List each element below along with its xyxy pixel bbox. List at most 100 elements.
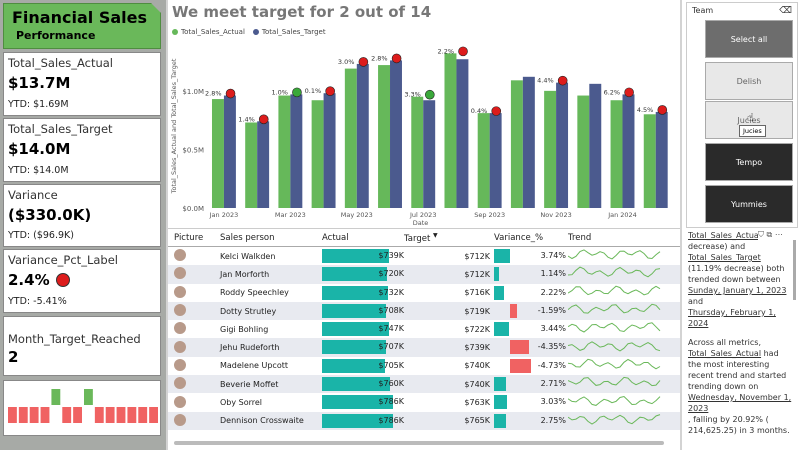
kpi-card-variance-pct[interactable]: Variance_Pct_Label 2.4% YTD: -5.41%	[3, 249, 161, 313]
variance-value: 2.71%	[540, 379, 566, 389]
kpi-label: Month_Target_Reached	[8, 332, 141, 346]
bar-target[interactable]	[356, 63, 369, 209]
chart-legend: Total_Sales_Actual Total_Sales_Target	[172, 28, 326, 36]
narr-text: , falling by 20.92% ( 214,625.25) in 3 m…	[688, 415, 790, 435]
narr-date-link[interactable]: Sunday, January 1, 2023	[688, 286, 786, 295]
horizontal-scrollbar[interactable]	[174, 441, 664, 445]
variance-value: 3.74%	[540, 251, 566, 260]
bar-actual[interactable]	[510, 80, 523, 208]
sales-person-name: Roddy Speechley	[220, 288, 289, 298]
sales-bar-chart[interactable]: Total_Sales_Actual and Total_Sales_Targe…	[168, 36, 680, 226]
bar-target[interactable]	[489, 113, 502, 208]
table-row[interactable]: Roddy Speechley $732K $716K 2.22%	[168, 284, 680, 302]
bar-actual[interactable]	[477, 113, 490, 208]
variance-value: 2.75%	[540, 415, 566, 425]
bar-actual[interactable]	[378, 65, 391, 208]
kpi-value: $14.0M	[8, 140, 71, 158]
bar-target[interactable]	[556, 82, 569, 208]
kpi-ytd: YTD: $14.0M	[8, 165, 69, 176]
sales-person-name: Dotty Strutley	[220, 306, 277, 316]
bar-target[interactable]	[522, 76, 535, 208]
bar-actual[interactable]	[643, 114, 656, 208]
bar-target[interactable]	[323, 93, 336, 208]
bar-actual[interactable]	[544, 90, 557, 208]
visual-toolbar: ⛉ ⧉ ⋯	[758, 230, 783, 240]
variance-bar	[494, 267, 500, 282]
bar-target[interactable]	[290, 94, 303, 208]
kpi-ytd: YTD: ($96.9K)	[8, 230, 74, 241]
narr-date-link[interactable]: Thursday, February 1, 2024	[688, 308, 776, 328]
table-row[interactable]: Jan Morforth $720K $712K 1.14%	[168, 265, 680, 284]
header-picture[interactable]: Picture	[168, 233, 220, 243]
trend-sparkline	[567, 377, 661, 387]
narr-date-link[interactable]: Wednesday, November 1, 2023	[688, 393, 791, 413]
bar-target[interactable]	[589, 83, 602, 208]
filter-icon[interactable]: ⛉	[758, 230, 764, 239]
eraser-icon[interactable]: ⌫	[779, 6, 792, 16]
bar-actual[interactable]	[211, 99, 224, 208]
header-sales-person[interactable]: Sales person	[220, 233, 322, 243]
table-row[interactable]: Oby Sorrel $786K $763K 3.03%	[168, 393, 680, 411]
bar-target[interactable]	[456, 59, 469, 208]
table-row[interactable]: Dennison Crosswaite $786K $765K 2.75%	[168, 411, 680, 430]
bar-actual[interactable]	[610, 100, 623, 208]
kpi-label: Variance	[8, 188, 58, 202]
table-row[interactable]: Dotty Strutley $708K $719K -1.59%	[168, 301, 680, 321]
table-row[interactable]: Beverie Moffet $760K $740K 2.71%	[168, 375, 680, 394]
y-tick-label: $0.0M	[182, 205, 204, 213]
slicer-button-tempo[interactable]: Tempo	[705, 143, 793, 181]
slicer-button-yummies[interactable]: Yummies	[705, 185, 793, 223]
bar-actual[interactable]	[344, 68, 357, 208]
table-row[interactable]: Gigi Bohling $747K $722K 3.44%	[168, 320, 680, 338]
header-actual[interactable]: Actual	[322, 229, 404, 246]
header-target[interactable]: Target ▼	[404, 232, 494, 244]
legend-item-actual[interactable]: Total_Sales_Actual	[172, 28, 245, 36]
variance-bar	[494, 377, 506, 392]
legend-item-target[interactable]: Total_Sales_Target	[252, 28, 326, 36]
status-circle-icon	[55, 273, 70, 287]
header-variance[interactable]: Variance_%	[494, 229, 568, 246]
bar-actual[interactable]	[411, 96, 424, 208]
bar-target[interactable]	[390, 60, 402, 209]
bar-target[interactable]	[655, 111, 668, 208]
variance-bar	[494, 249, 511, 263]
bar-actual[interactable]	[444, 53, 457, 208]
sort-desc-icon: ▼	[433, 231, 438, 239]
narr-metric-link[interactable]: Total_Sales_Actual	[688, 231, 761, 240]
variance-bar	[494, 413, 507, 428]
legend-label: Total_Sales_Actual	[181, 28, 245, 36]
bar-target[interactable]	[423, 100, 436, 208]
kpi-card-sales-actual[interactable]: Total_Sales_Actual $13.7M YTD: $1.69M	[3, 52, 161, 116]
trend-sparkline	[567, 340, 661, 352]
kpi-card-sales-target[interactable]: Total_Sales_Target $14.0M YTD: $14.0M	[3, 118, 161, 182]
target-reached-strip[interactable]	[3, 380, 161, 436]
kpi-label: Total_Sales_Actual	[8, 56, 113, 70]
slicer-button-select-all[interactable]: Select all	[705, 20, 793, 58]
bar-target[interactable]	[622, 94, 635, 208]
table-row[interactable]: Madelene Upcott $705K $740K -4.73%	[168, 357, 680, 375]
bar-actual[interactable]	[278, 95, 291, 208]
kpi-card-variance[interactable]: Variance ($330.0K) YTD: ($96.9K)	[3, 184, 161, 247]
header-trend[interactable]: Trend	[568, 233, 668, 243]
table-row[interactable]: Jehu Rudeforth $707K $739K -4.35%	[168, 338, 680, 357]
narr-metric-link[interactable]: Total_Sales_Target	[688, 253, 761, 262]
bar-target[interactable]	[223, 95, 236, 208]
actual-bar	[322, 358, 386, 373]
target-value: $716K	[464, 288, 490, 298]
slicer-button-delish[interactable]: Delish	[705, 62, 793, 100]
narr-metric-link[interactable]: Total_Sales_Actual	[688, 349, 761, 358]
more-options-icon[interactable]: ⋯	[775, 230, 783, 239]
bar-actual[interactable]	[311, 100, 324, 208]
avatar	[174, 340, 186, 353]
actual-value: $739K	[378, 251, 404, 260]
bar-target[interactable]	[257, 121, 270, 208]
sales-table[interactable]: Picture Sales person Actual Target ▼ Var…	[168, 228, 680, 450]
narrative-scrollbar[interactable]	[793, 240, 796, 300]
bar-actual[interactable]	[577, 95, 590, 208]
actual-bar	[322, 303, 386, 318]
table-row[interactable]: Kelci Walkden $739K $712K 3.74%	[168, 247, 680, 265]
kpi-card-month-target[interactable]: Month_Target_Reached 2	[3, 316, 161, 376]
bar-actual[interactable]	[245, 122, 258, 208]
kpi-panel: Financial Sales Performance Total_Sales_…	[0, 0, 166, 450]
focus-mode-icon[interactable]: ⧉	[767, 230, 773, 239]
